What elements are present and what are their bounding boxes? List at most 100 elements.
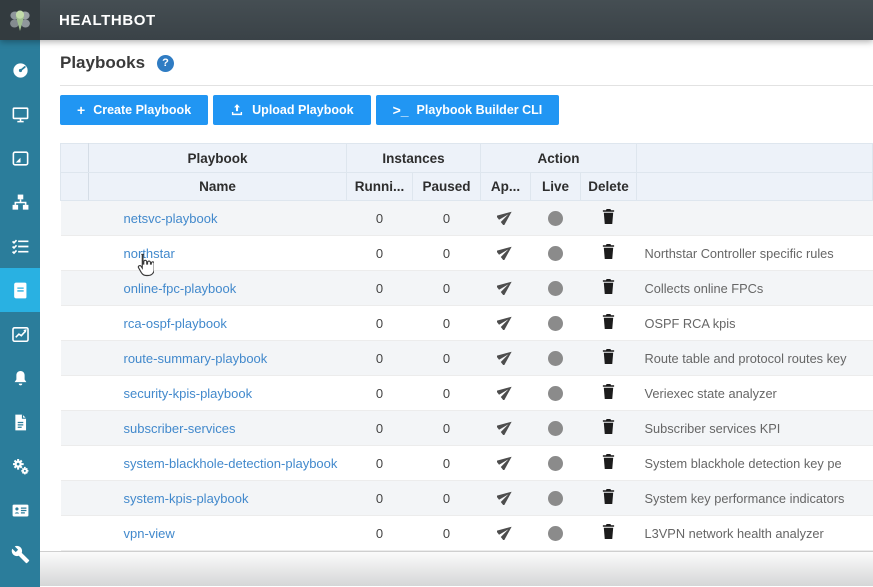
live-status-icon[interactable]	[548, 211, 563, 226]
live-status-icon[interactable]	[548, 351, 563, 366]
live-status-icon[interactable]	[548, 281, 563, 296]
running-count: 0	[347, 411, 413, 446]
playbook-name-link[interactable]: netsvc-playbook	[124, 211, 218, 226]
playbook-name-link[interactable]: security-kpis-playbook	[124, 386, 253, 401]
apply-send-icon[interactable]	[497, 348, 514, 368]
row-spacer	[61, 376, 89, 411]
page-bottom-gradient	[40, 551, 873, 586]
playbook-name-link[interactable]: system-blackhole-detection-playbook	[124, 456, 338, 471]
playbooks-book-icon	[11, 281, 30, 300]
row-spacer	[61, 516, 89, 551]
delete-trash-icon[interactable]	[601, 278, 616, 298]
apply-send-icon[interactable]	[497, 418, 514, 438]
healthbot-logo	[0, 0, 40, 40]
sidebar-item-dashboard[interactable]	[0, 48, 40, 92]
apply-send-icon[interactable]	[497, 313, 514, 333]
table-body: netsvc-playbook 0 0 north	[61, 201, 873, 551]
playbook-name-link[interactable]: system-kpis-playbook	[124, 491, 249, 506]
sidebar-item-device-group[interactable]	[0, 136, 40, 180]
sidebar-item-settings[interactable]	[0, 444, 40, 488]
apply-send-icon[interactable]	[497, 523, 514, 543]
main-content: Playbooks ? + Create Playbook Upload Pla…	[40, 40, 873, 587]
playbook-description: Route table and protocol routes key	[637, 341, 873, 376]
row-spacer	[61, 481, 89, 516]
delete-trash-icon[interactable]	[601, 348, 616, 368]
sidebar-item-admin[interactable]	[0, 532, 40, 576]
delete-trash-icon[interactable]	[601, 243, 616, 263]
paused-count: 0	[413, 481, 481, 516]
delete-trash-icon[interactable]	[601, 488, 616, 508]
playbook-name-link[interactable]: subscriber-services	[124, 421, 236, 436]
help-icon[interactable]: ?	[157, 55, 174, 72]
delete-trash-icon[interactable]	[601, 523, 616, 543]
table-row: vpn-view 0 0 L3VPN network health analyz…	[61, 516, 873, 551]
playbook-description: L3VPN network health analyzer	[637, 516, 873, 551]
table-row: security-kpis-playbook 0 0 Veriexec stat…	[61, 376, 873, 411]
apply-send-icon[interactable]	[497, 243, 514, 263]
table-row: netsvc-playbook 0 0	[61, 201, 873, 236]
playbook-name-link[interactable]: northstar	[124, 246, 175, 261]
create-playbook-button[interactable]: + Create Playbook	[60, 95, 208, 125]
sidebar-item-rules[interactable]	[0, 224, 40, 268]
playbooks-table-wrap: Playbook Instances Action Name Runni... …	[60, 143, 873, 551]
running-count: 0	[347, 516, 413, 551]
toolbar: + Create Playbook Upload Playbook >_ Pla…	[60, 95, 873, 125]
admin-wrench-icon	[11, 545, 30, 564]
table-group-header-row: Playbook Instances Action	[61, 144, 873, 173]
live-status-icon[interactable]	[548, 491, 563, 506]
live-status-icon[interactable]	[548, 386, 563, 401]
apply-send-icon[interactable]	[497, 208, 514, 228]
reports-document-icon	[11, 413, 30, 432]
charts-graph-icon	[11, 325, 30, 344]
running-count: 0	[347, 446, 413, 481]
running-count: 0	[347, 271, 413, 306]
paused-count: 0	[413, 271, 481, 306]
column-header-paused[interactable]: Paused	[413, 173, 481, 201]
apply-send-icon[interactable]	[497, 488, 514, 508]
live-status-icon[interactable]	[548, 456, 563, 471]
sidebar-item-profile[interactable]	[0, 488, 40, 532]
column-header-running[interactable]: Runni...	[347, 173, 413, 201]
delete-trash-icon[interactable]	[601, 418, 616, 438]
plus-icon: +	[77, 103, 85, 117]
live-status-icon[interactable]	[548, 421, 563, 436]
playbook-name-link[interactable]: online-fpc-playbook	[124, 281, 237, 296]
delete-trash-icon[interactable]	[601, 453, 616, 473]
table-row: route-summary-playbook 0 0 Route table a…	[61, 341, 873, 376]
group-header-playbook: Playbook	[89, 144, 347, 173]
sidebar-item-reports[interactable]	[0, 400, 40, 444]
playbook-name-link[interactable]: route-summary-playbook	[124, 351, 268, 366]
top-bar: HEALTHBOT	[0, 0, 873, 40]
paused-count: 0	[413, 516, 481, 551]
playbook-description: System key performance indicators	[637, 481, 873, 516]
live-status-icon[interactable]	[548, 246, 563, 261]
sidebar-item-topology[interactable]	[0, 180, 40, 224]
dashboard-gauge-icon	[11, 61, 30, 80]
sidebar-item-alarms[interactable]	[0, 356, 40, 400]
playbook-builder-cli-button[interactable]: >_ Playbook Builder CLI	[376, 95, 560, 125]
sidebar-item-playbooks[interactable]	[0, 268, 40, 312]
live-status-icon[interactable]	[548, 316, 563, 331]
playbook-name-link[interactable]: vpn-view	[124, 526, 175, 541]
live-status-icon[interactable]	[548, 526, 563, 541]
delete-trash-icon[interactable]	[601, 313, 616, 333]
sidebar-item-charts[interactable]	[0, 312, 40, 356]
apply-send-icon[interactable]	[497, 383, 514, 403]
playbook-description: Veriexec state analyzer	[637, 376, 873, 411]
delete-trash-icon[interactable]	[601, 208, 616, 228]
settings-gears-icon	[11, 457, 30, 476]
column-header-description	[637, 173, 873, 201]
column-header-name[interactable]: Name	[89, 173, 347, 201]
apply-send-icon[interactable]	[497, 453, 514, 473]
row-spacer	[61, 411, 89, 446]
delete-trash-icon[interactable]	[601, 383, 616, 403]
apply-send-icon[interactable]	[497, 278, 514, 298]
paused-count: 0	[413, 341, 481, 376]
upload-playbook-button[interactable]: Upload Playbook	[213, 95, 370, 125]
playbook-description	[637, 201, 873, 236]
row-spacer	[61, 236, 89, 271]
profile-card-icon	[11, 501, 30, 520]
playbook-name-link[interactable]: rca-ospf-playbook	[124, 316, 227, 331]
table-sub-header-row: Name Runni... Paused Ap... Live Delete	[61, 173, 873, 201]
sidebar-item-monitor[interactable]	[0, 92, 40, 136]
